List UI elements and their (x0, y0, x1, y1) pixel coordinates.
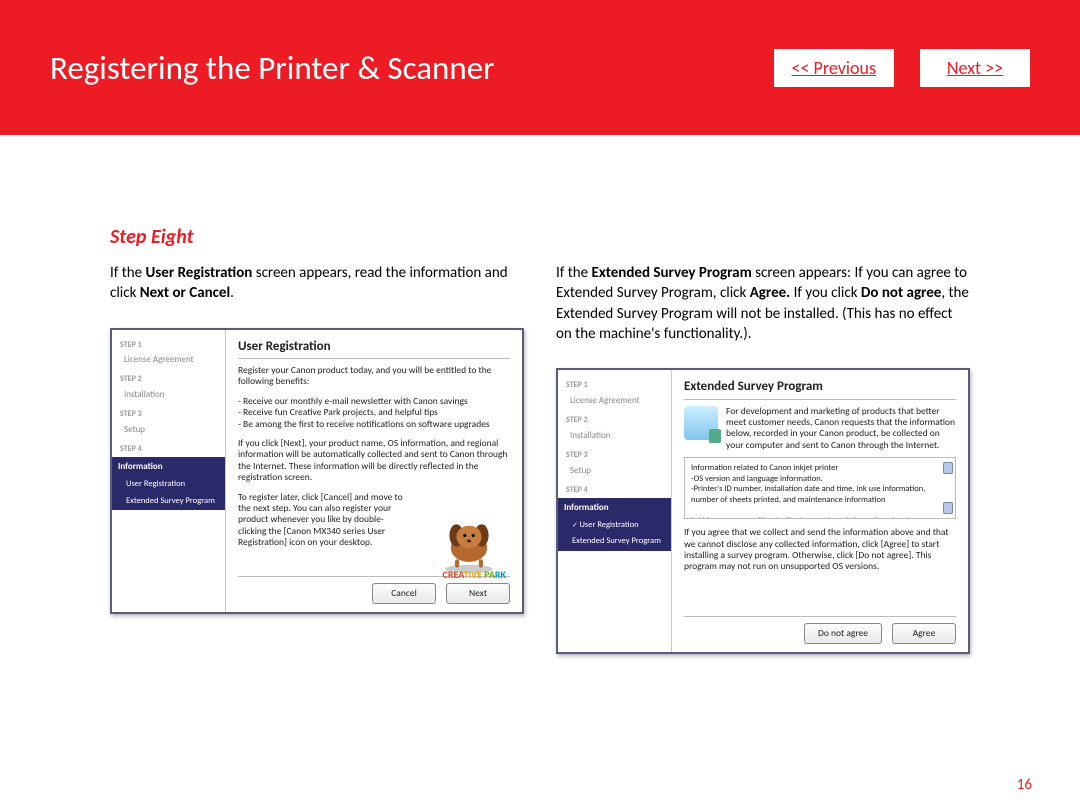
sidebar-item: Setup (112, 422, 225, 440)
do-not-agree-button[interactable]: Do not agree (804, 623, 882, 644)
sidebar-sub-item-checked: User Registration (558, 518, 671, 534)
scrollbar-up-icon[interactable] (943, 462, 953, 474)
banner: Registering the Printer & Scanner << Pre… (0, 0, 1080, 135)
sidebar-step: STEP 1 (558, 376, 671, 393)
sidebar-item: License Agreement (112, 352, 225, 370)
right-column: If the Extended Survey Program screen ap… (556, 263, 970, 654)
sidebar-active-item: Information (112, 457, 225, 477)
sidebar-step: STEP 3 (112, 405, 225, 422)
dialog-paragraph: For development and marketing of product… (726, 406, 956, 452)
survey-computer-icon (684, 406, 718, 440)
cancel-button[interactable]: Cancel (372, 583, 436, 604)
next-button[interactable]: Next >> (920, 49, 1030, 87)
agree-button[interactable]: Agree (892, 623, 956, 644)
divider (238, 358, 510, 359)
sidebar-sub-item: User Registration (112, 477, 225, 493)
dialog-paragraph: - Receive our monthly e-mail newsletter … (238, 396, 510, 430)
sidebar-item: License Agreement (558, 393, 671, 411)
page-number: 16 (1017, 776, 1032, 794)
sidebar-sub-item: Extended Survey Program (558, 534, 671, 550)
left-column: If the User Registration screen appears,… (110, 263, 524, 654)
sidebar-step: STEP 3 (558, 446, 671, 463)
scrollbar-down-icon[interactable] (943, 502, 953, 514)
dialog-body: Extended Survey Program For development … (672, 370, 968, 652)
sidebar-step: STEP 4 (112, 440, 225, 457)
dialog-sidebar: STEP 1 License Agreement STEP 2 Installa… (112, 330, 226, 612)
sidebar-item: Installation (112, 387, 225, 405)
dialog-paragraph: If you click [Next], your product name, … (238, 438, 510, 484)
dialog-body: User Registration Register your Canon pr… (226, 330, 522, 612)
user-registration-dialog: STEP 1 License Agreement STEP 2 Installa… (110, 328, 524, 614)
previous-button[interactable]: << Previous (774, 49, 894, 87)
dialog-paragraph: Register your Canon product today, and y… (238, 365, 510, 388)
right-intro: If the Extended Survey Program screen ap… (556, 263, 970, 344)
dog-mascot-icon (434, 506, 504, 576)
columns: If the User Registration screen appears,… (110, 263, 970, 654)
step-heading: Step Eight (110, 225, 970, 249)
left-intro: If the User Registration screen appears,… (110, 263, 524, 304)
extended-survey-dialog: STEP 1 License Agreement STEP 2 Installa… (556, 368, 970, 654)
info-box-text: Information related to Canon inkjet prin… (691, 463, 942, 519)
info-row: For development and marketing of product… (684, 406, 956, 452)
info-scroll-box[interactable]: Information related to Canon inkjet prin… (684, 457, 956, 519)
sidebar-item: Installation (558, 428, 671, 446)
divider (684, 399, 956, 400)
content: Step Eight If the User Registration scre… (0, 135, 1080, 654)
dialog-paragraph: To register later, click [Cancel] and mo… (238, 492, 407, 549)
dialog-footer: Do not agree Agree (684, 616, 956, 644)
dialog-title: User Registration (238, 338, 510, 356)
dialog-title: Extended Survey Program (684, 378, 956, 396)
sidebar-item: Setup (558, 463, 671, 481)
sidebar-step: STEP 2 (112, 370, 225, 387)
sidebar-step: STEP 1 (112, 336, 225, 353)
sidebar-active-item: Information (558, 498, 671, 518)
sidebar-step: STEP 2 (558, 411, 671, 428)
dialog-paragraph: If you agree that we collect and send th… (684, 527, 956, 573)
page-title: Registering the Printer & Scanner (50, 48, 495, 88)
creative-park-logo: CREATIVE PARK (443, 568, 506, 582)
next-button[interactable]: Next (446, 583, 510, 604)
sidebar-sub-item: Extended Survey Program (112, 494, 225, 510)
nav-buttons: << Previous Next >> (774, 49, 1030, 87)
dialog-sidebar: STEP 1 License Agreement STEP 2 Installa… (558, 370, 672, 652)
sidebar-step: STEP 4 (558, 481, 671, 498)
